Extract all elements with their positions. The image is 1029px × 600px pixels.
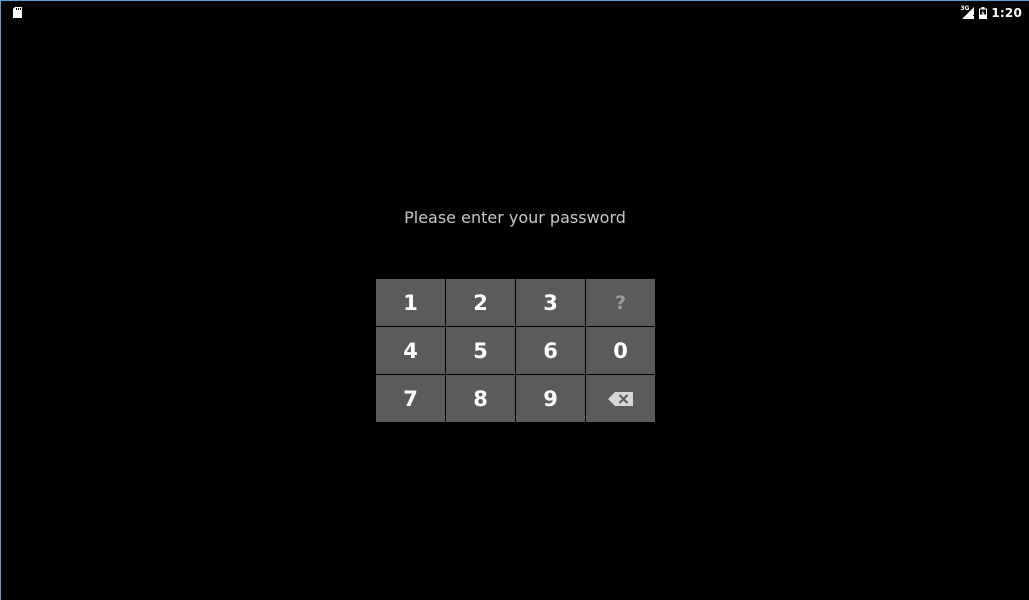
numeric-keypad: 1 2 3 ? 4 5 6 0 7 8 9 xyxy=(376,279,655,422)
backspace-icon xyxy=(608,391,633,406)
key-3[interactable]: 3 xyxy=(516,279,585,326)
battery-charging-icon xyxy=(979,7,988,19)
key-6[interactable]: 6 xyxy=(516,327,585,374)
key-5[interactable]: 5 xyxy=(446,327,515,374)
key-7[interactable]: 7 xyxy=(376,375,445,422)
status-bar: 3G 1:20 xyxy=(1,1,1029,25)
key-4[interactable]: 4 xyxy=(376,327,445,374)
status-time: 1:20 xyxy=(991,6,1022,20)
status-icons: 3G 1:20 xyxy=(960,5,1022,21)
key-1[interactable]: 1 xyxy=(376,279,445,326)
key-0[interactable]: 0 xyxy=(586,327,655,374)
network-type-label: 3G xyxy=(960,5,970,12)
backspace-button[interactable] xyxy=(586,375,655,422)
help-key[interactable]: ? xyxy=(586,279,655,326)
signal-icon: 3G xyxy=(960,5,975,19)
sd-card-icon xyxy=(13,7,22,18)
key-8[interactable]: 8 xyxy=(446,375,515,422)
password-prompt: Please enter your password xyxy=(404,208,626,227)
lock-screen: 3G 1:20 Please enter your password 1 2 3… xyxy=(0,0,1029,600)
key-2[interactable]: 2 xyxy=(446,279,515,326)
key-9[interactable]: 9 xyxy=(516,375,585,422)
